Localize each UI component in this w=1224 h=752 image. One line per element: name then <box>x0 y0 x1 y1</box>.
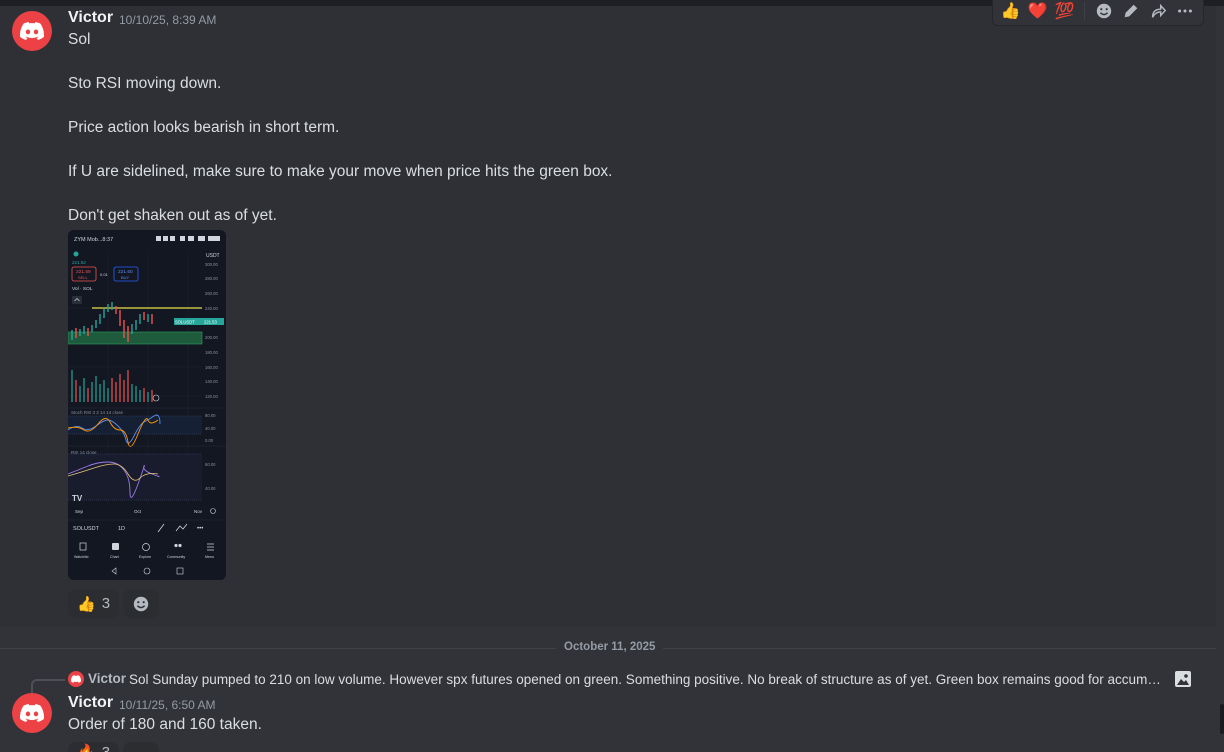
x-axis-label: Sep <box>75 509 84 514</box>
price-tick: 140.00 <box>205 379 218 384</box>
svg-text:221.52: 221.52 <box>72 260 86 265</box>
volume-label: Vol · SOL <box>72 286 93 292</box>
stoch-tick: 0.00 <box>205 438 214 443</box>
nav-item: Watchlist <box>74 555 88 559</box>
action-bar-divider <box>1084 2 1085 20</box>
message-timestamp[interactable]: 10/11/25, 6:50 AM <box>119 698 216 712</box>
avatar[interactable] <box>12 11 52 51</box>
price-tick: 280.00 <box>205 276 218 281</box>
quick-reaction-hundred[interactable]: 💯 <box>1053 0 1076 24</box>
message-line: If U are sidelined, make sure to make yo… <box>68 163 613 180</box>
svg-text:•••: ••• <box>197 526 203 532</box>
toolbar-symbol: SOLUSDT <box>73 526 100 532</box>
reply-author[interactable]: Victor <box>88 671 126 686</box>
add-reaction-button[interactable] <box>123 589 160 618</box>
message-line: Sto RSI moving down. <box>68 75 222 92</box>
price-tick: 160.00 <box>205 365 218 370</box>
symbol-tag: SOLUSDT <box>175 320 195 325</box>
reaction-count: 3 <box>101 743 111 752</box>
price-tick: 260.00 <box>205 291 218 296</box>
x-axis-label: Nov <box>194 509 203 514</box>
price-tick: 300.00 <box>205 262 218 267</box>
sell-label: SELL <box>78 275 89 280</box>
discord-logo-icon <box>20 704 44 722</box>
reaction-bar: 🔥 3 <box>68 742 160 752</box>
message-text: Order of 180 and 160 taken. <box>68 716 262 733</box>
nav-item: Chart <box>110 555 119 559</box>
quick-reaction-thumbs-up[interactable]: 👍 <box>999 0 1022 24</box>
add-reaction-icon[interactable] <box>1093 0 1116 24</box>
reply-spine <box>31 679 65 693</box>
reaction-bar: 👍 3 <box>68 589 160 618</box>
forward-icon[interactable] <box>1147 0 1170 24</box>
phone-status-bar: ZYM Mob...8:37 <box>74 237 113 243</box>
reaction-count: 3 <box>101 595 111 612</box>
nav-item: Menu <box>205 555 214 559</box>
message-author[interactable]: Victor <box>68 694 113 712</box>
price-tick: 200.00 <box>205 335 218 340</box>
message-author[interactable]: Victor <box>68 9 113 27</box>
message-timestamp[interactable]: 10/10/25, 8:39 AM <box>119 13 216 27</box>
image-icon <box>1174 670 1192 688</box>
price-tick: 240.00 <box>205 306 218 311</box>
discord-logo-icon <box>20 22 44 40</box>
add-reaction-button[interactable] <box>123 742 160 752</box>
add-reaction-icon <box>133 596 149 611</box>
image-attachment[interactable]: ZYM Mob...8:37 USDT 221.52 221.59 SELL 0… <box>68 230 226 580</box>
currency-label: USDT <box>206 253 220 259</box>
reaction-thumbs-up[interactable]: 👍 3 <box>68 589 120 618</box>
quick-reaction-heart[interactable]: ❤️ <box>1026 0 1049 24</box>
svg-text:TV: TV <box>72 494 83 503</box>
x-axis-label: Oct <box>134 509 142 514</box>
nav-item: Explore <box>139 555 151 559</box>
discord-logo-icon <box>71 675 81 683</box>
edit-icon[interactable] <box>1120 0 1143 24</box>
price-tick: 180.00 <box>205 350 218 355</box>
avatar[interactable] <box>12 693 52 733</box>
reply-preview-text[interactable]: Sol Sunday pumped to 210 on low volume. … <box>129 672 1165 687</box>
message-line: Price action looks bearish in short term… <box>68 119 340 136</box>
stoch-rsi-label: Stoch RSI 3 3 14 14 close <box>71 410 124 415</box>
stoch-tick: 80.00 <box>205 413 216 418</box>
date-divider-label: October 11, 2025 <box>556 641 664 653</box>
price-tick: 120.00 <box>205 394 218 399</box>
message-action-bar: 👍 ❤️ 💯 <box>992 0 1204 26</box>
fire-emoji: 🔥 <box>77 743 96 752</box>
more-icon[interactable] <box>1174 0 1197 24</box>
nav-item: Community <box>167 555 185 559</box>
reaction-fire[interactable]: 🔥 3 <box>68 742 120 752</box>
stoch-tick: 40.00 <box>205 426 216 431</box>
rsi-tick: 40.00 <box>205 486 216 491</box>
scrollbar-thumb[interactable] <box>1220 704 1224 734</box>
message-line: Sol <box>68 31 91 48</box>
toolbar-interval: 1D <box>118 526 125 532</box>
thumbs-up-emoji: 👍 <box>77 595 96 613</box>
reply-avatar[interactable] <box>68 671 84 687</box>
message-line: Don't get shaken out as of yet. <box>68 207 277 224</box>
spread: 0.01 <box>100 272 109 277</box>
buy-label: BUY <box>121 275 130 280</box>
rsi-tick: 60.00 <box>205 462 216 467</box>
symbol-price: 221.53 <box>204 320 217 325</box>
